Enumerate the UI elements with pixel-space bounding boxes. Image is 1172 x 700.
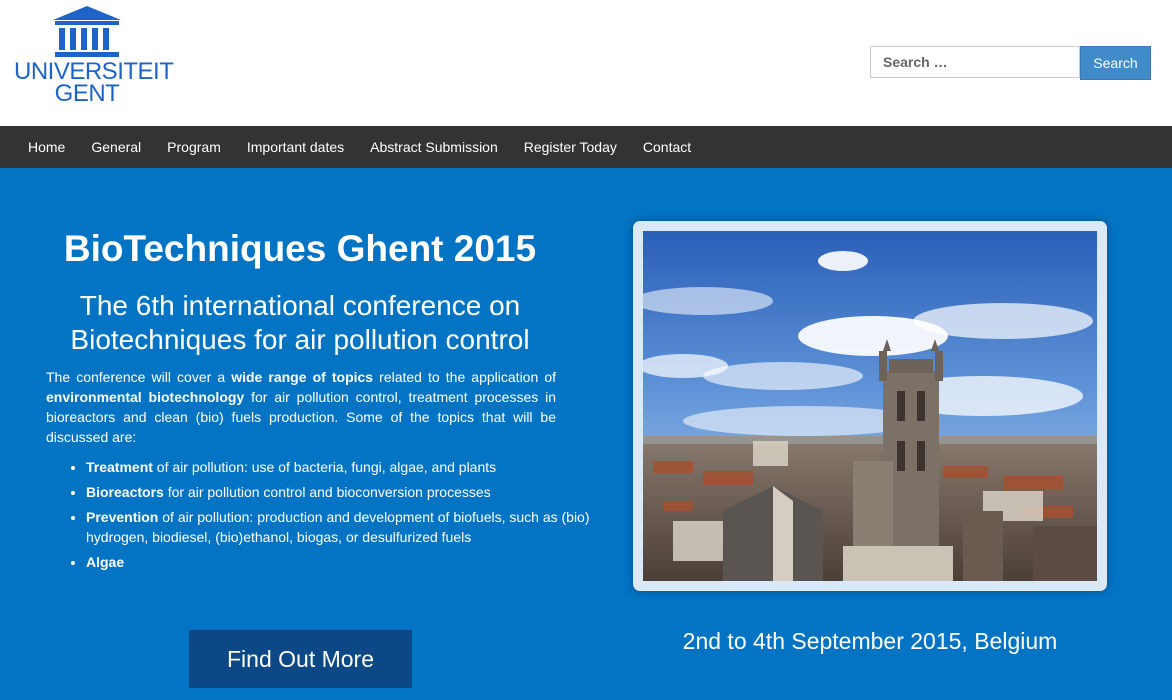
conference-date: 2nd to 4th September 2015, Belgium (682, 628, 1058, 654)
description-text-2: related to the application of (373, 369, 556, 385)
description-text-1: The conference will cover a (46, 369, 232, 385)
photo-frame (633, 221, 1107, 591)
topic-item: Treatment of air pollution: use of bacte… (86, 457, 591, 477)
search-button[interactable]: Search (1080, 46, 1151, 80)
logo-line-2: GENT (54, 80, 120, 107)
nav-item-abstract-submission[interactable]: Abstract Submission (357, 126, 511, 168)
topic-bold: Treatment (86, 459, 153, 475)
topic-text: of air pollution: use of bacteria, fungi… (152, 459, 497, 475)
ghent-skyline-image (643, 231, 1097, 581)
description-bold-1: wide range of topics (231, 369, 374, 385)
topic-item: Bioreactors for air pollution control an… (86, 482, 591, 502)
university-logo[interactable]: UNIVERSITEIT GENT (14, 6, 174, 110)
topic-bold: Prevention (86, 509, 159, 525)
search-input[interactable] (870, 46, 1080, 78)
topic-text: for air pollution control and bioconvers… (163, 484, 491, 500)
conference-description: The conference will cover a wide range o… (46, 367, 556, 447)
conference-title: BioTechniques Ghent 2015 (63, 228, 537, 269)
hero-section: BioTechniques Ghent 2015 The 6th interna… (0, 168, 1172, 700)
nav-item-register-today[interactable]: Register Today (511, 126, 630, 168)
ghent-city-photo (643, 231, 1097, 581)
subtitle-line-1: The 6th international conference on (79, 290, 521, 321)
topic-bold: Bioreactors (86, 484, 164, 500)
nav-item-home[interactable]: Home (15, 126, 78, 168)
topic-item: Prevention of air pollution: production … (86, 507, 591, 547)
logo-wordmark: UNIVERSITEIT GENT (14, 60, 174, 107)
nav-list: Home General Program Important dates Abs… (0, 126, 1172, 168)
nav-item-contact[interactable]: Contact (630, 126, 704, 168)
nav-item-important-dates[interactable]: Important dates (234, 126, 357, 168)
subtitle-line-2: Biotechniques for air pollution control (70, 324, 530, 355)
nav-item-general[interactable]: General (78, 126, 154, 168)
main-navbar: Home General Program Important dates Abs… (0, 126, 1172, 168)
nav-item-program[interactable]: Program (154, 126, 234, 168)
conference-subtitle: The 6th international conference on Biot… (30, 289, 570, 357)
building-icon (53, 6, 121, 57)
site-header: UNIVERSITEIT GENT Search (0, 0, 1172, 126)
description-bold-2: environmental biotechnology (46, 389, 245, 405)
topics-list: Treatment of air pollution: use of bacte… (54, 457, 591, 577)
topic-text: of air pollution: production and develop… (86, 509, 590, 545)
topic-item: Algae (86, 552, 591, 572)
find-out-more-button[interactable]: Find Out More (189, 630, 412, 688)
topic-bold: Algae (86, 554, 125, 570)
